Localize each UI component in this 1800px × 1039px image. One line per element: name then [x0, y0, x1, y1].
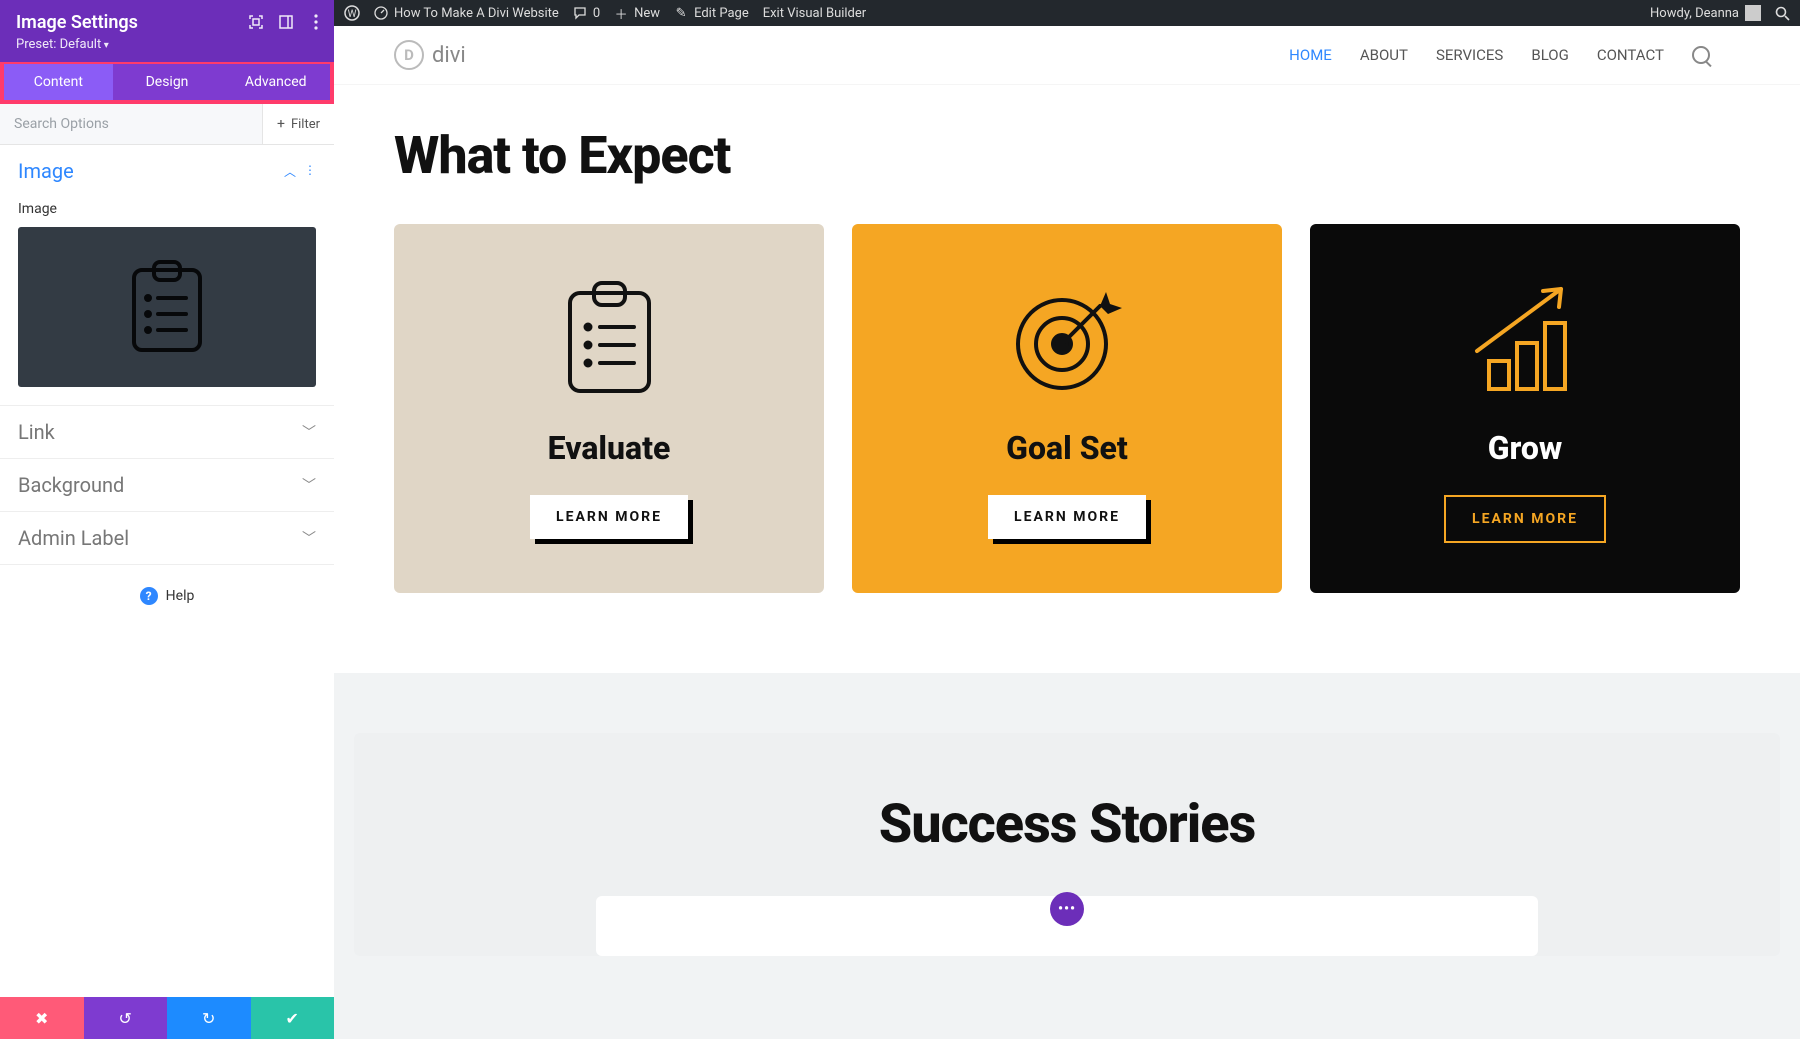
more-icon[interactable] [308, 14, 324, 30]
help-label: Help [166, 588, 195, 604]
page-content: What to Expect Evaluate LEARN MORE [334, 85, 1800, 673]
avatar [1745, 5, 1761, 21]
settings-footer: ✖ ↺ ↻ ✔ [0, 997, 334, 1039]
search-row: Filter [0, 104, 334, 145]
settings-tabs: Content Design Advanced [4, 64, 330, 100]
module-options-fab[interactable]: ••• [1050, 892, 1084, 926]
section-link: Link ﹀ [0, 406, 334, 459]
site-header: D divi HOME ABOUT SERVICES BLOG CONTACT [334, 26, 1800, 85]
chevron-down-icon: ﹀ [302, 475, 316, 495]
section-admin-label-toggle[interactable]: Admin Label ﹀ [0, 512, 334, 564]
growth-chart-icon [1340, 279, 1710, 399]
card-goal-set: Goal Set LEARN MORE [852, 224, 1282, 593]
page-heading: What to Expect [394, 125, 1740, 186]
nav-services[interactable]: SERVICES [1436, 46, 1503, 64]
tab-content[interactable]: Content [4, 64, 113, 100]
plus-icon: ＋ [614, 6, 628, 20]
image-field-label: Image [18, 201, 316, 217]
settings-tabs-highlight: Content Design Advanced [0, 62, 334, 104]
card-grow: Grow LEARN MORE [1310, 224, 1740, 593]
site-title: How To Make A Divi Website [394, 6, 559, 21]
help-icon: ? [140, 587, 158, 605]
exit-visual-builder[interactable]: Exit Visual Builder [763, 6, 866, 21]
section-admin-label: Admin Label ﹀ [0, 512, 334, 565]
card-title: Grow [1340, 429, 1710, 467]
card-title: Evaluate [424, 429, 794, 467]
card-title: Goal Set [882, 429, 1252, 467]
nav-blog[interactable]: BLOG [1531, 46, 1569, 64]
nav-search-icon[interactable] [1692, 46, 1710, 64]
edit-page-label: Edit Page [694, 6, 749, 21]
chevron-down-icon: ﹀ [302, 528, 316, 548]
wpbar-search-icon[interactable] [1775, 6, 1790, 21]
comments-count: 0 [593, 6, 600, 21]
dashboard-icon [374, 6, 388, 20]
snap-icon[interactable] [278, 14, 294, 30]
chevron-down-icon: ﹀ [302, 422, 316, 442]
learn-more-button[interactable]: LEARN MORE [530, 495, 688, 539]
focus-icon[interactable] [248, 14, 264, 30]
section-image: Image ︿ ⋮ Image [0, 145, 334, 406]
pencil-icon: ✎ [674, 6, 688, 20]
section-link-title: Link [18, 420, 55, 444]
search-input[interactable] [0, 104, 262, 144]
new-menu[interactable]: ＋ New [614, 6, 660, 21]
section-background-title: Background [18, 473, 124, 497]
undo-button[interactable]: ↺ [84, 997, 168, 1039]
logo-mark-icon: D [394, 40, 424, 70]
preset-dropdown[interactable]: Preset: Default [16, 37, 318, 52]
module-settings-panel: Image Settings Preset: Default Content D… [0, 0, 334, 1039]
cards-row: Evaluate LEARN MORE Goal Set LEARN MORE [394, 224, 1740, 593]
clipboard-icon [128, 258, 206, 356]
redo-button[interactable]: ↻ [167, 997, 251, 1039]
logo-text: divi [432, 43, 466, 68]
main-area: W How To Make A Divi Website 0 ＋ New ✎ E… [334, 0, 1800, 1039]
filter-button[interactable]: Filter [262, 104, 334, 144]
wp-admin-bar: W How To Make A Divi Website 0 ＋ New ✎ E… [334, 0, 1800, 26]
wp-logo-icon[interactable]: W [344, 5, 360, 21]
comment-icon [573, 6, 587, 20]
clipboard-icon [424, 279, 794, 399]
cancel-button[interactable]: ✖ [0, 997, 84, 1039]
settings-header: Image Settings Preset: Default [0, 0, 334, 62]
learn-more-button[interactable]: LEARN MORE [988, 495, 1146, 539]
nav-contact[interactable]: CONTACT [1597, 46, 1664, 64]
section-admin-label-title: Admin Label [18, 526, 129, 550]
site-logo[interactable]: D divi [394, 40, 466, 70]
save-button[interactable]: ✔ [251, 997, 335, 1039]
section-link-toggle[interactable]: Link ﹀ [0, 406, 334, 458]
section-image-title: Image [18, 159, 74, 183]
primary-nav: HOME ABOUT SERVICES BLOG CONTACT [1289, 46, 1710, 64]
edit-page-link[interactable]: ✎ Edit Page [674, 6, 749, 21]
card-evaluate: Evaluate LEARN MORE [394, 224, 824, 593]
stories-heading: Success Stories [394, 793, 1740, 856]
target-icon [882, 279, 1252, 399]
section-background-toggle[interactable]: Background ﹀ [0, 459, 334, 511]
section-image-toggle[interactable]: Image ︿ ⋮ [0, 145, 334, 197]
tab-advanced[interactable]: Advanced [221, 64, 330, 100]
nav-about[interactable]: ABOUT [1360, 46, 1408, 64]
howdy-text: Howdy, Deanna [1650, 6, 1739, 21]
section-more-icon[interactable]: ⋮ [304, 163, 316, 180]
new-label: New [634, 6, 660, 21]
story-card: ••• [596, 896, 1538, 956]
image-upload-preview[interactable] [18, 227, 316, 387]
site-menu[interactable]: How To Make A Divi Website [374, 6, 559, 21]
learn-more-button[interactable]: LEARN MORE [1444, 495, 1606, 543]
chevron-up-icon: ︿ [284, 163, 296, 180]
help-link[interactable]: ? Help [0, 565, 334, 627]
svg-text:W: W [348, 9, 357, 20]
tab-design[interactable]: Design [113, 64, 222, 100]
section-background: Background ﹀ [0, 459, 334, 512]
page-canvas: D divi HOME ABOUT SERVICES BLOG CONTACT … [334, 26, 1800, 1039]
comments-menu[interactable]: 0 [573, 6, 600, 21]
nav-home[interactable]: HOME [1289, 46, 1332, 64]
success-stories-section: Success Stories ••• [354, 733, 1780, 956]
howdy-menu[interactable]: Howdy, Deanna [1650, 5, 1761, 21]
